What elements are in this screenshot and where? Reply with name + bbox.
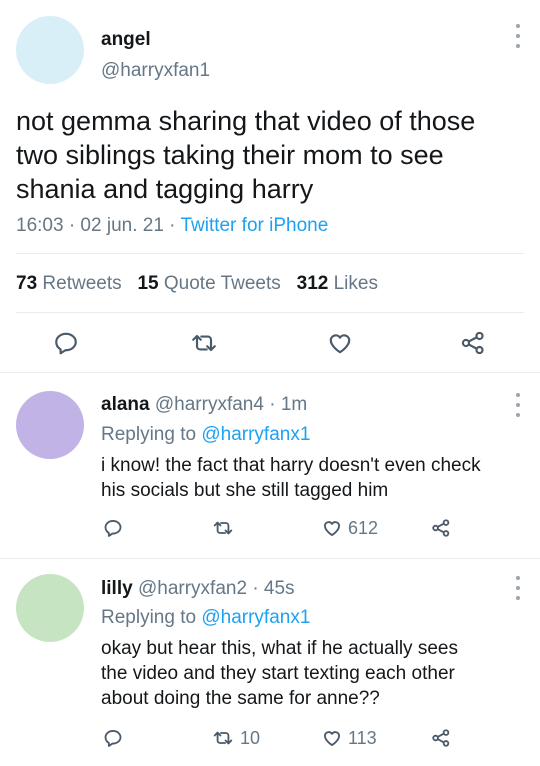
author-name[interactable]: lilly [101,578,133,599]
tweet-source[interactable]: Twitter for iPhone [180,215,328,236]
like-icon[interactable] [322,728,342,748]
author-handle[interactable]: @harryxfan4 [155,394,264,415]
like-count: 612 [348,518,379,538]
replying-to: Replying to @harryfanx1 [101,424,310,446]
author-name[interactable]: angel [101,29,151,51]
avatar[interactable] [16,16,84,84]
tweet-text-line: two siblings taking their mom to see [16,140,444,170]
author-handle[interactable]: @harryxfan1 [101,60,210,82]
replying-to: Replying to @harryfanx1 [101,607,310,629]
avatar[interactable] [16,574,84,642]
like-count: 113 [348,728,377,748]
retweets-label: Retweets [42,273,122,294]
likes-label: Likes [333,273,378,294]
replying-to-label: Replying to [101,607,197,628]
reply-icon[interactable] [103,728,123,748]
like-icon[interactable] [322,518,342,538]
tweet-text: not gemma sharing that video of those tw… [16,104,475,206]
divider [16,312,524,313]
share-icon[interactable] [460,330,486,356]
reply-header: alana @harryxfan4 · 1m [101,394,307,416]
like-icon[interactable] [327,330,353,356]
divider [0,558,540,559]
likes-stat[interactable]: 312 Likes [297,273,378,294]
likes-count: 312 [296,273,329,294]
tweet-text-line: not gemma sharing that video of those [16,106,476,136]
more-options-icon[interactable] [514,24,522,48]
tweet-text-line: shania and tagging harry [16,174,314,204]
more-options-icon[interactable] [514,393,522,417]
timestamp[interactable]: 16:03 · 02 jun. 21 · [16,215,180,236]
more-options-icon[interactable] [514,576,522,600]
divider [16,253,524,254]
quotes-count: 15 [137,273,159,294]
reply-text: i know! the fact that harry doesn't even… [101,453,481,503]
reply-text: okay but hear this, what if he actually … [101,636,458,711]
replying-to-handle[interactable]: @harryfanx1 [201,607,310,628]
retweets-stat[interactable]: 73 Retweets [16,273,122,294]
replying-to-handle[interactable]: @harryfanx1 [201,424,310,445]
quotes-stat[interactable]: 15 Quote Tweets [137,273,280,294]
author-handle[interactable]: @harryxfan2 [138,578,247,599]
retweet-icon[interactable] [212,518,234,538]
reply-text-line: the video and they start texting each ot… [101,663,455,684]
reply-time: · 1m [269,394,308,415]
retweets-count: 73 [16,273,38,294]
reply-icon[interactable] [103,518,123,538]
tweet-stats: 73 Retweets 15 Quote Tweets 312 Likes [16,273,378,295]
retweet-count: 10 [240,728,261,748]
reply-time: · 45s [252,578,295,599]
avatar[interactable] [16,391,84,459]
share-icon[interactable] [431,728,451,748]
reply-text-line: i know! the fact that harry doesn't even… [101,455,481,476]
replying-to-label: Replying to [101,424,197,445]
reply-text-line: his socials but she still tagged him [101,480,389,501]
retweet-icon[interactable] [190,330,218,356]
quotes-label: Quote Tweets [163,273,281,294]
author-name[interactable]: alana [101,394,150,415]
share-icon[interactable] [431,518,451,538]
retweet-icon[interactable] [212,728,234,748]
tweet-meta: 16:03 · 02 jun. 21 · Twitter for iPhone [16,215,328,237]
reply-text-line: okay but hear this, what if he actually … [101,638,458,659]
reply-text-line: about doing the same for anne?? [101,688,380,709]
reply-icon[interactable] [53,330,79,356]
reply-header: lilly @harryxfan2 · 45s [101,578,295,600]
divider [0,372,540,373]
